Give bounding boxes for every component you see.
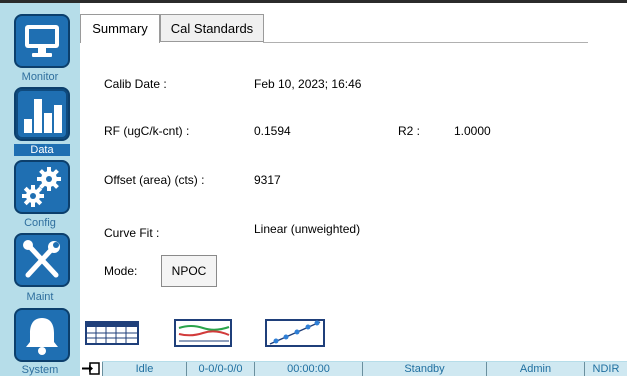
curve-fit-value: Linear (unweighted) — [254, 222, 361, 236]
trend-chart-icon — [174, 319, 232, 347]
tools-icon — [23, 240, 60, 278]
tab-underline — [263, 42, 588, 43]
status-login-button[interactable] — [80, 361, 102, 376]
rf-label: RF (ugC/k-cnt) : — [104, 124, 190, 138]
calibration-curve-icon — [265, 319, 325, 347]
status-detector: NDIR — [584, 362, 627, 376]
trend-chart-button[interactable] — [173, 316, 233, 348]
monitor-icon — [25, 25, 59, 57]
offset-value: 9317 — [254, 173, 281, 187]
status-position: 0-0/0-0/0 — [186, 362, 254, 376]
calib-date-label: Calib Date : — [104, 77, 167, 91]
nav-system-button[interactable] — [14, 308, 70, 362]
calibration-curve-button[interactable] — [264, 316, 326, 348]
status-mode: Standby — [362, 362, 486, 376]
nav-maint-button[interactable] — [14, 233, 70, 287]
sidebar: Monitor Data Config Maint System — [0, 3, 80, 376]
rf-value: 0.1594 — [254, 124, 291, 138]
nav-data-button[interactable] — [14, 87, 70, 141]
nav-maint-label: Maint — [26, 291, 54, 303]
table-view-icon — [85, 321, 139, 345]
table-view-button[interactable] — [84, 316, 140, 348]
nav-system-label: System — [21, 364, 59, 376]
tab-cal-standards[interactable]: Cal Standards — [160, 14, 264, 42]
status-state: Idle — [102, 362, 186, 376]
calib-date-value: Feb 10, 2023; 16:46 — [254, 77, 362, 91]
r2-label: R2 : — [398, 124, 421, 138]
status-time: 00:00:00 — [254, 362, 362, 376]
bell-icon — [26, 318, 58, 355]
r2-value: 1.0000 — [454, 124, 491, 138]
window-top-border — [0, 0, 627, 3]
curve-fit-label: Curve Fit : — [104, 226, 160, 240]
nav-config-button[interactable] — [14, 160, 70, 214]
login-arrow-icon — [82, 362, 100, 375]
status-user[interactable]: Admin — [486, 362, 584, 376]
nav-monitor-button[interactable] — [14, 14, 70, 68]
bar-chart-icon — [24, 99, 62, 133]
mode-button[interactable]: NPOC — [161, 255, 217, 287]
gears-icon — [22, 167, 61, 207]
nav-monitor-label: Monitor — [21, 71, 59, 83]
nav-config-label: Config — [24, 217, 56, 229]
mode-label: Mode: — [104, 264, 138, 278]
nav-data-label: Data — [14, 144, 70, 156]
offset-label: Offset (area) (cts) : — [104, 173, 205, 187]
tab-summary[interactable]: Summary — [80, 14, 160, 43]
